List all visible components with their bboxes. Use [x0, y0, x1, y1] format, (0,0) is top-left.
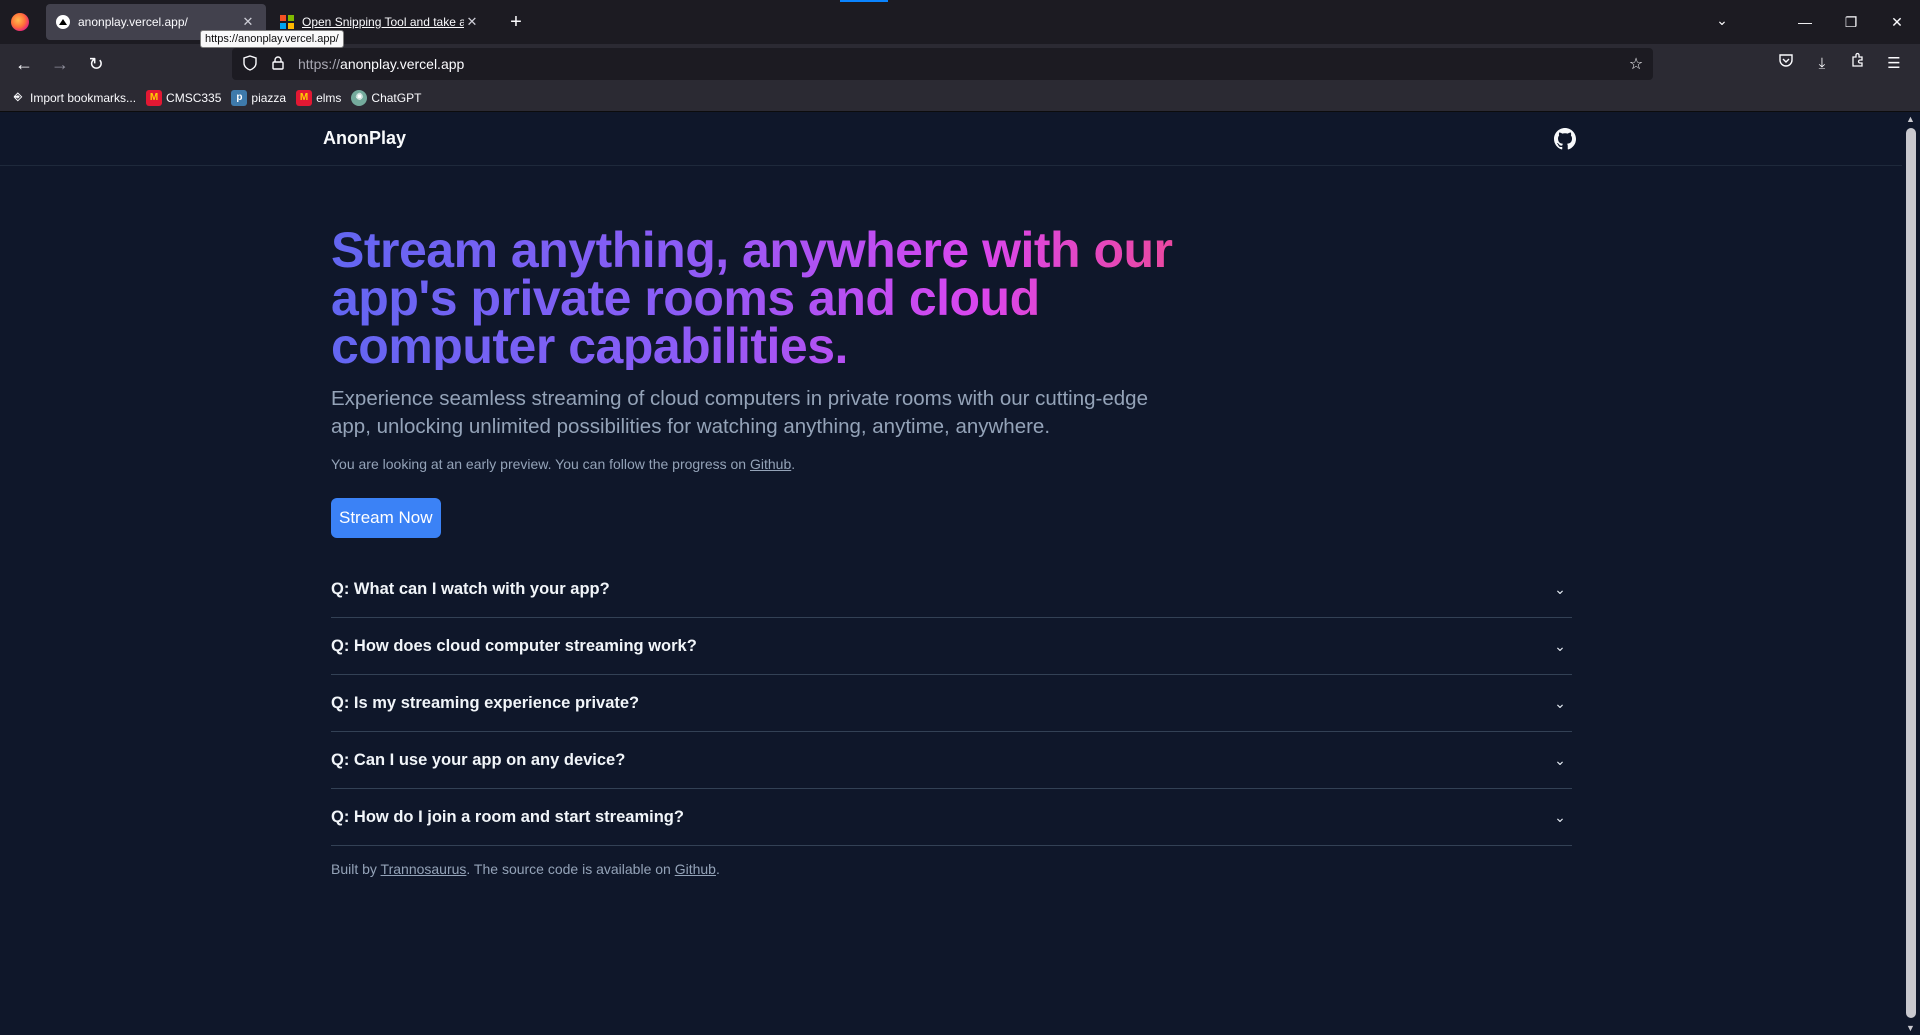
forward-arrow-icon[interactable]: → — [44, 48, 76, 80]
list-all-tabs-chevron-icon[interactable]: ⌄ — [1710, 12, 1734, 29]
bookmark-piazza[interactable]: p piazza — [231, 89, 286, 106]
restore-icon[interactable]: ❐ — [1828, 14, 1874, 31]
github-source-link[interactable]: Github — [675, 861, 716, 877]
url-text[interactable]: https://anonplay.vercel.app — [298, 56, 1619, 72]
page-scrollbar[interactable]: ▲ ▼ — [1902, 112, 1920, 1035]
faq-item[interactable]: Q: How do I join a room and start stream… — [331, 789, 1572, 846]
brand-logo-text[interactable]: AnonPlay — [323, 128, 406, 149]
umd-icon: M — [296, 89, 313, 106]
close-tab-icon[interactable]: ✕ — [240, 14, 256, 30]
chevron-down-icon: ⌄ — [1554, 808, 1566, 825]
stream-now-button[interactable]: Stream Now — [331, 498, 441, 538]
hero-title: Stream anything, anywhere with our app's… — [331, 225, 1191, 371]
toolbar-right: ⤓ ☰ — [1768, 48, 1912, 80]
bookmark-import[interactable]: ⎆ Import bookmarks... — [10, 90, 136, 106]
menu-hamburger-icon[interactable]: ☰ — [1876, 48, 1912, 80]
chevron-down-icon: ⌄ — [1554, 751, 1566, 768]
scrollbar-thumb[interactable] — [1906, 128, 1916, 1018]
tracking-shield-icon[interactable] — [236, 54, 264, 74]
extensions-icon[interactable] — [1840, 48, 1876, 80]
piazza-icon: p — [231, 89, 248, 106]
import-icon: ⎆ — [14, 92, 22, 103]
lock-icon[interactable] — [264, 55, 292, 73]
tab-indicator — [840, 0, 888, 2]
firefox-logo-icon[interactable] — [11, 13, 29, 31]
reload-icon[interactable]: ↻ — [80, 48, 112, 80]
faq-question: Q: What can I watch with your app? — [331, 579, 610, 598]
chevron-down-icon: ⌄ — [1554, 637, 1566, 654]
github-link[interactable]: Github — [750, 456, 791, 472]
downloads-icon[interactable]: ⤓ — [1804, 48, 1840, 80]
faq-item[interactable]: Q: How does cloud computer streaming wor… — [331, 618, 1572, 675]
umd-icon: M — [146, 89, 163, 106]
pocket-icon[interactable] — [1768, 48, 1804, 80]
chevron-down-icon: ⌄ — [1554, 694, 1566, 711]
minimize-icon[interactable]: — — [1782, 14, 1828, 30]
new-tab-button[interactable]: + — [504, 11, 528, 34]
bookmark-cmsc335[interactable]: M CMSC335 — [146, 89, 221, 106]
chatgpt-icon: ✺ — [351, 89, 368, 106]
faq-question: Q: How does cloud computer streaming wor… — [331, 636, 697, 655]
bookmarks-toolbar: ⎆ Import bookmarks... M CMSC335 p piazza… — [0, 84, 1920, 112]
faq-question: Q: Can I use your app on any device? — [331, 750, 626, 769]
faq-question: Q: Is my streaming experience private? — [331, 693, 640, 712]
faq-accordion: Q: What can I watch with your app? ⌄ Q: … — [331, 561, 1572, 846]
bookmark-elms[interactable]: M elms — [296, 89, 341, 106]
author-link[interactable]: Trannosaurus — [381, 861, 467, 877]
bookmark-star-icon[interactable]: ☆ — [1619, 54, 1653, 74]
page-content: AnonPlay Stream anything, anywhere with … — [0, 112, 1902, 1035]
navigation-toolbar: ← → ↻ https://anonplay.vercel.app ☆ ⤓ ☰ — [0, 44, 1920, 84]
address-bar[interactable]: https://anonplay.vercel.app ☆ — [232, 48, 1653, 80]
close-tab-icon[interactable]: ✕ — [464, 14, 480, 30]
window-controls: — ❐ ✕ — [1782, 0, 1920, 44]
footer-note: Built by Trannosaurus. The source code i… — [331, 861, 720, 877]
tab-title: Open Snipping Tool and take a — [302, 15, 464, 29]
scroll-up-arrow-icon[interactable]: ▲ — [1906, 114, 1915, 124]
vercel-favicon-icon — [56, 15, 70, 29]
chevron-down-icon: ⌄ — [1554, 580, 1566, 597]
github-icon[interactable] — [1554, 128, 1576, 150]
bookmark-chatgpt[interactable]: ✺ ChatGPT — [351, 89, 421, 106]
scroll-down-arrow-icon[interactable]: ▼ — [1906, 1023, 1915, 1033]
close-window-icon[interactable]: ✕ — [1874, 14, 1920, 31]
hero-subtitle: Experience seamless streaming of cloud c… — [331, 387, 1148, 438]
tab-title: anonplay.vercel.app/ — [78, 15, 188, 29]
preview-note: You are looking at an early preview. You… — [331, 456, 796, 472]
faq-item[interactable]: Q: Can I use your app on any device? ⌄ — [331, 732, 1572, 789]
site-header: AnonPlay — [0, 112, 1902, 166]
url-tooltip: https://anonplay.vercel.app/ — [200, 30, 344, 48]
faq-item[interactable]: Q: Is my streaming experience private? ⌄ — [331, 675, 1572, 732]
faq-item[interactable]: Q: What can I watch with your app? ⌄ — [331, 561, 1572, 618]
back-arrow-icon[interactable]: ← — [8, 48, 40, 80]
faq-question: Q: How do I join a room and start stream… — [331, 807, 684, 826]
microsoft-favicon-icon — [280, 15, 294, 29]
